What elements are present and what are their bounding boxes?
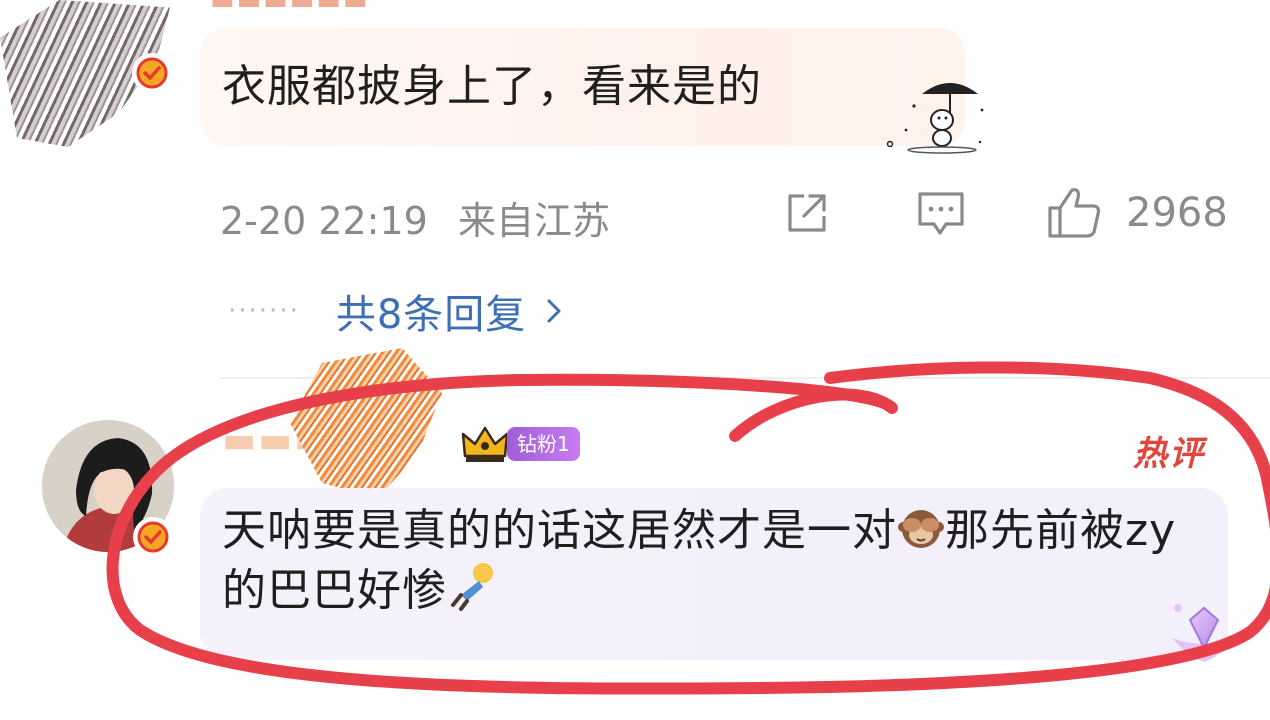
next-comment-cropped: [220, 700, 1270, 720]
timestamp: 2-20 22:19: [220, 199, 428, 243]
verified-icon: [136, 520, 170, 554]
comment-text: 衣服都披身上了，看来是的: [222, 61, 762, 112]
hot-comment-tag: 热评: [1133, 434, 1205, 474]
location: 来自江苏: [457, 199, 610, 243]
view-replies-link[interactable]: 共8条回复: [336, 282, 526, 340]
comment-text: 天呐要是真的的话这居然才是一对 那先前被zy的巴巴好惨: [222, 503, 1212, 619]
comment-meta: 2-20 22:19 来自江苏: [220, 190, 610, 245]
comment-icon[interactable]: [914, 188, 968, 240]
name-scribble: [290, 348, 442, 498]
username-cropped: ▬▬▬▬▬▬: [210, 0, 540, 8]
share-icon[interactable]: [782, 188, 832, 238]
ellipsis-dots: ·······: [228, 296, 300, 326]
see-no-evil-monkey-icon: [898, 510, 944, 548]
replies-row[interactable]: ······· 共8条回复: [228, 282, 564, 340]
fan-level-badge: 钻粉1: [507, 427, 580, 461]
chevron-right-icon[interactable]: [544, 295, 564, 327]
like-count: 2968: [1126, 190, 1228, 236]
fallen-figure-icon: [451, 563, 493, 611]
gem-decoration-icon: [1172, 604, 1238, 662]
umbrella-sticker-icon: [886, 83, 984, 154]
verified-icon: [135, 56, 169, 90]
crown-icon: [461, 426, 509, 462]
comment-text-part-1: 天呐要是真的的话这居然才是一对: [222, 505, 897, 556]
thumbs-up-icon[interactable]: [1046, 184, 1104, 240]
